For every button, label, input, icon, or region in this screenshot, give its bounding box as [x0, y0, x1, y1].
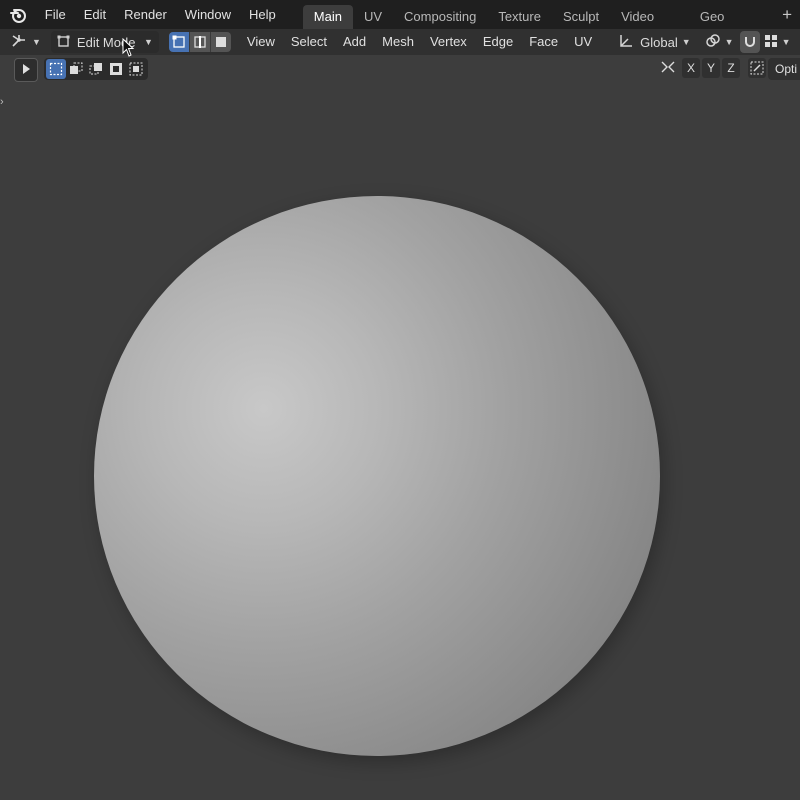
viewport-header: ▼ Edit Mode ▼ View Select Add Mesh Vertex Edg…: [0, 29, 800, 55]
menu-edit[interactable]: Edit: [75, 0, 115, 29]
tab-texture[interactable]: Texture: [487, 5, 552, 29]
menu-render[interactable]: Render: [115, 0, 176, 29]
tab-geo-nodes[interactable]: Geo Nodes: [689, 5, 774, 48]
mirror-axis-group: X Y Z: [660, 58, 766, 78]
menu-window[interactable]: Window: [176, 0, 240, 29]
invert-selection-icon: [110, 63, 122, 75]
mouse-cursor-icon: [122, 37, 136, 61]
orientation-label: Global: [640, 34, 678, 50]
header-menu-select[interactable]: Select: [283, 29, 335, 55]
snap-options-button[interactable]: ▼: [764, 31, 791, 53]
menu-file[interactable]: File: [36, 0, 75, 29]
tab-main[interactable]: Main: [302, 5, 353, 29]
chevron-down-icon: ▼: [32, 37, 41, 47]
uv-sphere-mesh[interactable]: [94, 196, 660, 756]
topology-mirror-button[interactable]: [748, 58, 766, 78]
grid-icon: [764, 34, 778, 51]
menu-help[interactable]: Help: [240, 0, 285, 29]
chevron-down-icon: ▼: [781, 37, 791, 47]
mirror-z-button[interactable]: Z: [722, 58, 740, 78]
link-icon: [705, 33, 721, 52]
extend-selection-icon: [70, 62, 83, 74]
tab-uv[interactable]: UV: [353, 5, 393, 29]
extend-selection-button[interactable]: [66, 59, 86, 79]
mirror-icon: [660, 59, 676, 78]
select-tool-button[interactable]: [14, 58, 38, 82]
viewport-menus: View Select Add Mesh Vertex Edge Face UV: [239, 29, 600, 55]
editor-type-button[interactable]: ▼: [10, 31, 41, 53]
select-mode-group: [168, 32, 231, 52]
edit-mode-icon: [57, 34, 71, 51]
mirror-x-button[interactable]: X: [682, 58, 700, 78]
workspace-tabs: MainUVCompositingTextureSculptVideo Edit…: [302, 0, 774, 48]
subtract-selection-icon: [89, 63, 102, 75]
edge-select-button[interactable]: [189, 32, 211, 52]
tab-sculpt[interactable]: Sculpt: [552, 5, 610, 29]
intersect-selection-button[interactable]: [126, 59, 146, 79]
chevron-down-icon: ▼: [681, 37, 691, 47]
header-menu-vertex[interactable]: Vertex: [422, 29, 475, 55]
selection-mode-group: [44, 58, 148, 80]
new-selection-icon: [49, 62, 63, 76]
header-menu-uv[interactable]: UV: [566, 29, 600, 55]
vertex-select-button[interactable]: [168, 32, 190, 52]
orientation-dropdown[interactable]: Global ▼: [618, 33, 691, 52]
options-dropdown[interactable]: Opti: [768, 58, 800, 80]
subtract-selection-button[interactable]: [86, 59, 106, 79]
add-workspace-button[interactable]: +: [774, 0, 800, 29]
editor-type-icon: [10, 33, 28, 52]
topology-mirror-icon: [750, 61, 764, 75]
set-new-selection-button[interactable]: [46, 59, 66, 79]
header-menu-view[interactable]: View: [239, 29, 283, 55]
header-menu-face[interactable]: Face: [521, 29, 566, 55]
header-menu-mesh[interactable]: Mesh: [374, 29, 422, 55]
header-menu-add[interactable]: Add: [335, 29, 374, 55]
face-select-icon: [215, 37, 226, 47]
edge-select-icon: [194, 36, 206, 48]
cursor-arrow-icon: [20, 63, 32, 78]
snap-toggle[interactable]: [739, 31, 760, 53]
top-bar: File Edit Render Window Help Main UV Compositi…: [0, 0, 800, 48]
chevron-down-icon: ▼: [724, 37, 734, 47]
transform-orientation-icon: [618, 33, 634, 52]
chevron-down-icon: ▼: [144, 37, 153, 47]
magnet-icon: [743, 34, 757, 51]
face-select-button[interactable]: [210, 32, 231, 52]
tab-video-edit[interactable]: Video Edit: [610, 5, 689, 48]
header-menu-edge[interactable]: Edge: [475, 29, 521, 55]
mode-dropdown[interactable]: Edit Mode ▼: [50, 31, 159, 53]
intersect-selection-icon: [129, 62, 143, 76]
invert-selection-button[interactable]: [106, 59, 126, 79]
main-menu: File Edit Render Window Help: [36, 0, 285, 29]
pivot-point-button[interactable]: ▼: [705, 31, 734, 53]
tab-compositing[interactable]: Compositing: [393, 5, 487, 29]
mirror-y-button[interactable]: Y: [702, 58, 720, 78]
vertex-select-icon: [172, 35, 185, 48]
toolbar-expand-icon[interactable]: ›: [0, 96, 4, 108]
blender-logo-icon[interactable]: [8, 5, 28, 25]
